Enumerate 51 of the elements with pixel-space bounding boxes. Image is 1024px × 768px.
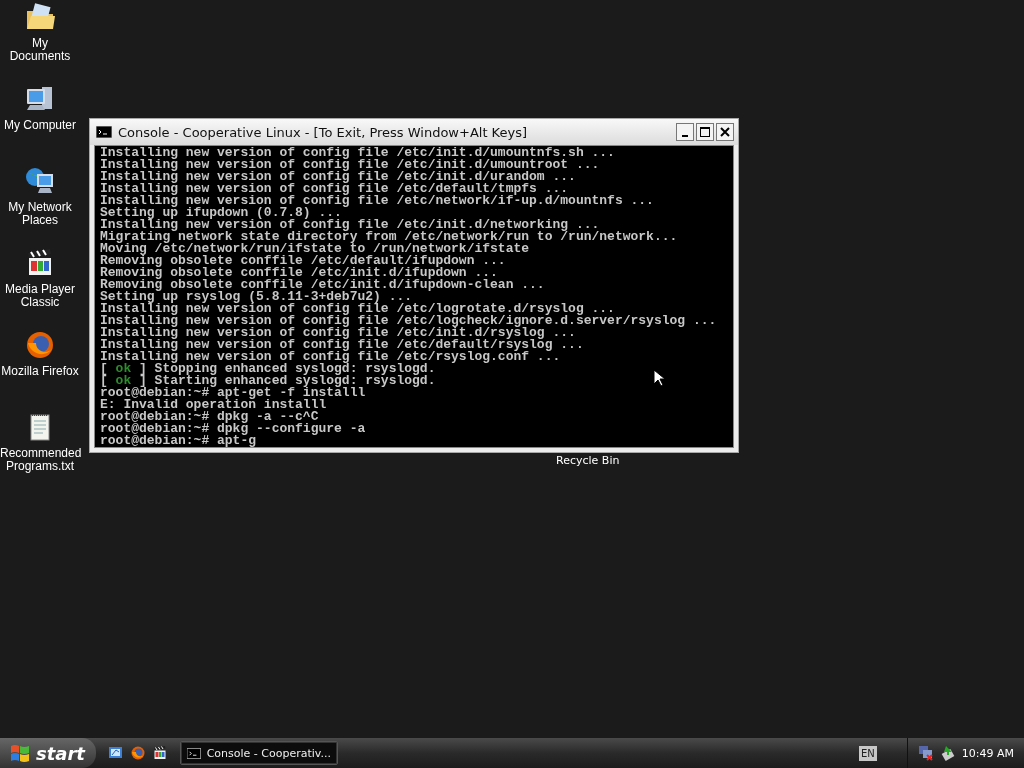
taskbar-button[interactable]: Console - Cooperativ... xyxy=(180,741,338,765)
start-button[interactable]: start xyxy=(0,738,96,768)
terminal-line: root@debian:~# dpkg --configure -a xyxy=(100,423,366,435)
terminal-line: Moving /etc/network/run/ifstate to /run/network/ifstate xyxy=(100,243,530,255)
close-button[interactable] xyxy=(716,123,734,141)
terminal-line: E: Invalid operation installl xyxy=(100,399,327,411)
terminal-line: [ ok ] Stopping enhanced syslogd: rsyslogd. xyxy=(100,363,436,375)
desktop-icon-label[interactable]: My Network Places xyxy=(0,201,80,227)
terminal-line: root@debian:~# apt-get -f installl xyxy=(100,387,366,399)
terminal-line: Setting up rsyslog (5.8.11-3+deb7u2) ... xyxy=(100,291,413,303)
flag-logo-icon xyxy=(10,744,30,762)
command-prompt-icon xyxy=(96,126,112,138)
desktop-icon-label[interactable]: My Documents xyxy=(0,37,80,63)
network-status-icon[interactable] xyxy=(917,745,934,761)
maximize-icon xyxy=(700,127,710,137)
terminal-line: Migrating network state directory from /etc/network/run to /run/network... xyxy=(100,231,678,243)
terminal-line: root@debian:~# apt-g xyxy=(100,435,257,447)
terminal-line: Removing obsolete conffile /etc/init.d/ifupdown-clean ... xyxy=(100,279,545,291)
terminal-line: Installing new version of config file /etc/logrotate.d/rsyslog ... xyxy=(100,303,615,315)
terminal-line: root@debian:~# dpkg -a --c^C xyxy=(100,411,319,423)
terminal-line: [ ok ] Starting enhanced syslogd: rsyslogd. xyxy=(100,375,436,387)
language-indicator[interactable]: EN xyxy=(858,745,877,761)
desktop-icon-label[interactable]: Recommended Programs.txt xyxy=(0,447,80,473)
close-icon xyxy=(720,127,730,137)
terminal-line: Installing new version of config file /etc/init.d/umountnfs.sh ... xyxy=(100,147,615,159)
desktop-icon-label[interactable]: Mozilla Firefox xyxy=(0,365,80,378)
desktop-icon-label[interactable]: Recycle Bin xyxy=(556,454,620,467)
terminal-line: Removing obsolete conffile /etc/init.d/ifupdown ... xyxy=(100,267,498,279)
safely-remove-icon[interactable] xyxy=(939,745,956,761)
terminal-line: Installing new version of config file /etc/logcheck/ignore.d.server/rsyslog ... xyxy=(100,315,717,327)
terminal-line: Installing new version of config file /etc/rsyslog.conf ... xyxy=(100,351,561,363)
maximize-button[interactable] xyxy=(696,123,714,141)
terminal-line: Installing new version of config file /etc/init.d/rsyslog ... xyxy=(100,327,576,339)
terminal-line: Installing new version of config file /etc/init.d/umountroot ... xyxy=(100,159,600,171)
browser-globe-icon xyxy=(24,329,56,361)
terminal-line: Installing new version of config file /etc/default/tmpfs ... xyxy=(100,183,569,195)
terminal-line: Installing new version of config file /etc/network/if-up.d/mountnfs ... xyxy=(100,195,654,207)
clock: 10:49 AM xyxy=(961,746,1014,760)
mouse-pointer-icon xyxy=(653,369,665,387)
terminal-line: Installing new version of config file /etc/default/rsyslog ... xyxy=(100,339,584,351)
terminal-line: Removing obsolete conffile /etc/default/ifupdown ... xyxy=(100,255,506,267)
minimize-icon xyxy=(682,135,688,137)
show-desktop-icon[interactable] xyxy=(108,745,124,761)
desktop-icon-label[interactable]: My Computer xyxy=(0,119,80,132)
terminal-line: Installing new version of config file /etc/init.d/urandom ... xyxy=(100,171,576,183)
command-prompt-icon xyxy=(187,747,201,759)
desktop-icon-label[interactable]: Media Player Classic xyxy=(0,283,80,309)
minimize-button[interactable] xyxy=(676,123,694,141)
terminal-line: Setting up ifupdown (0.7.8) ... xyxy=(100,207,342,219)
window-title: Console - Cooperative Linux - [To Exit, Press Window+Alt Keys] xyxy=(118,124,529,140)
terminal-line: Installing new version of config file /etc/init.d/networking ... xyxy=(100,219,600,231)
